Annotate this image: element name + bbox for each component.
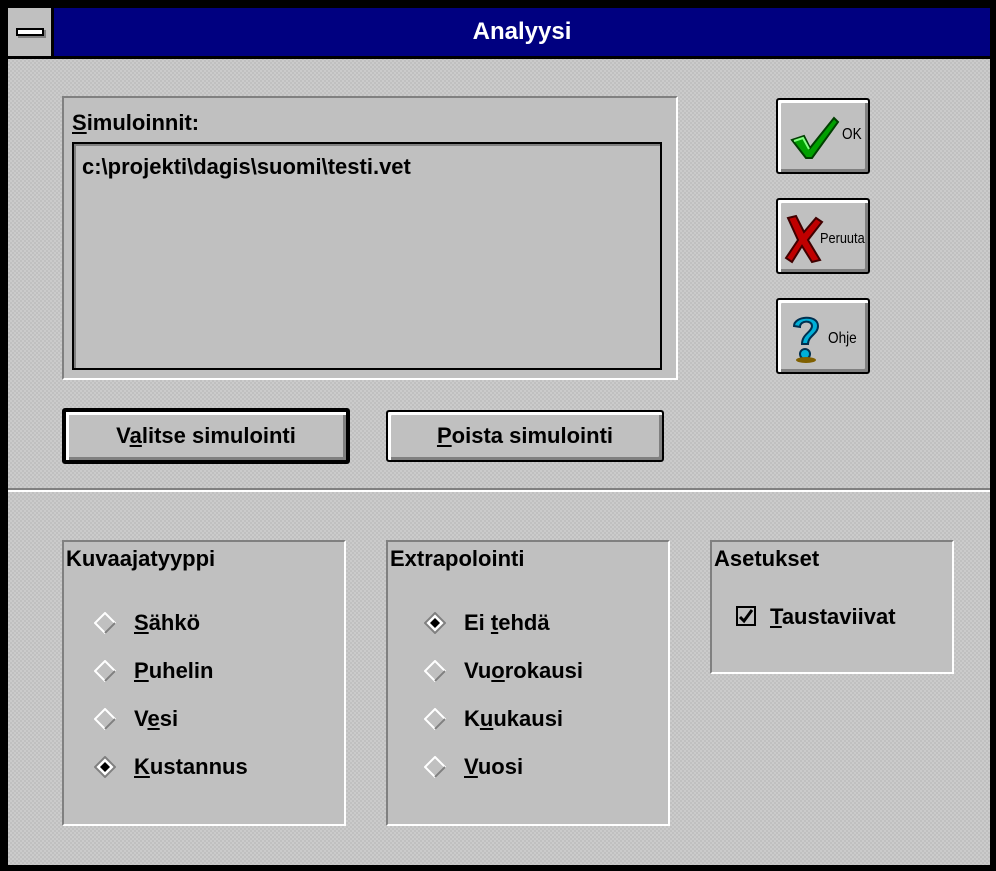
help-button[interactable]: Ohje: [776, 298, 870, 374]
simulations-label: Simuloinnit:: [72, 110, 200, 135]
radio-label: Ei tehdä: [464, 610, 550, 635]
radio-diamond-selected-icon: [94, 756, 116, 778]
system-menu-icon: [16, 28, 44, 36]
window-title: Analyysi: [472, 18, 572, 45]
radio-diamond-icon: [94, 612, 116, 634]
settings-group: Asetukset Taustaviivat: [710, 540, 954, 674]
radio-diamond-icon: [94, 708, 116, 730]
remove-simulation-button[interactable]: Poista simulointi: [386, 410, 664, 462]
checkmark-icon: [790, 116, 840, 159]
radio-diamond-icon: [94, 660, 116, 682]
select-simulation-label: Valitse simulointi: [116, 423, 296, 448]
radio-label: Puhelin: [134, 658, 214, 683]
extrapolation-title: Extrapolointi: [390, 546, 525, 571]
system-menu-button[interactable]: [8, 8, 54, 56]
simulations-listbox[interactable]: c:\projekti\dagis\suomi\testi.vet: [72, 142, 662, 370]
select-simulation-button[interactable]: Valitse simulointi: [62, 408, 350, 464]
list-item[interactable]: c:\projekti\dagis\suomi\testi.vet: [82, 154, 411, 180]
red-x-icon: [784, 214, 824, 264]
help-label: Ohje: [828, 330, 857, 347]
radio-diamond-icon: [424, 660, 446, 682]
settings-title: Asetukset: [714, 546, 820, 571]
radio-label: Sähkö: [134, 610, 201, 635]
cancel-label: Peruuta: [820, 230, 865, 247]
divider: [8, 488, 990, 492]
extrapolation-group: Extrapolointi Ei tehdä Vuorokausi Kuukau…: [386, 540, 670, 826]
radio-label: Vuosi: [464, 754, 524, 779]
simulations-group: Simuloinnit: c:\projekti\dagis\suomi\tes…: [62, 96, 678, 380]
cancel-button[interactable]: Peruuta: [776, 198, 870, 274]
radio-diamond-icon: [424, 756, 446, 778]
ok-button[interactable]: OK: [776, 98, 870, 174]
radio-diamond-icon: [424, 708, 446, 730]
remove-simulation-label: Poista simulointi: [436, 423, 614, 448]
radio-label: Kuukausi: [464, 706, 564, 731]
chart-type-title: Kuvaajatyyppi: [66, 546, 216, 571]
radio-diamond-selected-icon: [424, 612, 446, 634]
chart-type-group: Kuvaajatyyppi Sähkö Puhelin Vesi Kustann…: [62, 540, 346, 826]
radio-label: Vesi: [134, 706, 179, 731]
question-mark-icon: [792, 316, 820, 363]
checkbox-label: Taustaviivat: [770, 604, 896, 629]
radio-label: Vuorokausi: [464, 658, 584, 683]
ok-label: OK: [842, 126, 862, 143]
title-bar: Analyysi: [8, 8, 990, 59]
radio-label: Kustannus: [134, 754, 248, 779]
checkbox-checked-icon: [736, 606, 756, 626]
analysis-dialog: Analyysi Simuloinnit: c:\projekti\dagis\…: [0, 0, 996, 871]
